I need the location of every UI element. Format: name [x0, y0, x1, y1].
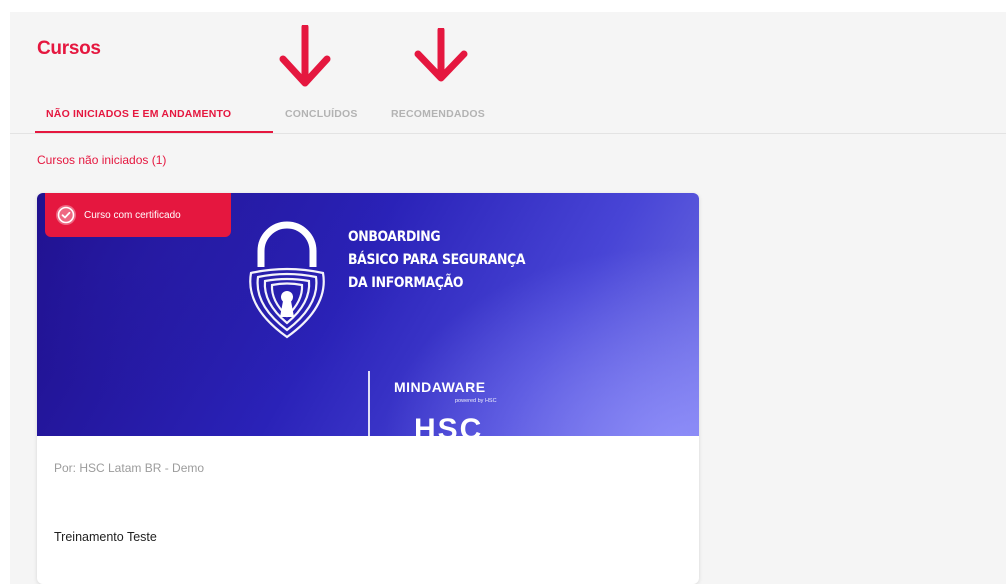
course-card[interactable]: Curso com certificado ONBOARDING BÁSICO … — [37, 193, 699, 584]
tab-completed[interactable]: CONCLUÍDOS — [285, 108, 358, 120]
course-tabs: NÃO INICIADOS E EM ANDAMENTO CONCLUÍDOS … — [10, 100, 1006, 134]
banner-title: ONBOARDING BÁSICO PARA SEGURANÇA DA INFO… — [348, 226, 526, 295]
tab-recommended[interactable]: RECOMENDADOS — [391, 108, 485, 120]
certificate-badge-label: Curso com certificado — [84, 209, 181, 221]
banner-title-line: DA INFORMAÇÃO — [348, 275, 464, 291]
fingerprint-padlock-icon — [249, 221, 325, 339]
brand-logo: HSC — [414, 415, 484, 436]
banner-title-line: BÁSICO PARA SEGURANÇA — [348, 252, 526, 268]
certificate-seal-icon — [56, 205, 76, 225]
certificate-badge: Curso com certificado — [45, 193, 231, 237]
tabs-divider — [10, 133, 1006, 134]
brand-subtitle: powered by HSC — [455, 398, 497, 404]
course-title[interactable]: Treinamento Teste — [54, 530, 157, 544]
down-arrow-icon — [414, 28, 468, 82]
page-title: Cursos — [37, 38, 101, 59]
banner-title-line: ONBOARDING — [348, 229, 441, 245]
banner-divider — [368, 371, 370, 436]
section-label: Cursos não iniciados (1) — [37, 153, 167, 167]
course-banner[interactable]: Curso com certificado ONBOARDING BÁSICO … — [37, 193, 699, 436]
down-arrow-icon — [279, 25, 331, 87]
courses-panel: Cursos NÃO INICIADOS E EM ANDAMENTO CONC… — [10, 12, 1006, 584]
brand-name: MINDAWARE — [394, 379, 486, 395]
tab-not-started-in-progress[interactable]: NÃO INICIADOS E EM ANDAMENTO — [46, 108, 231, 120]
course-author: Por: HSC Latam BR - Demo — [54, 461, 205, 475]
